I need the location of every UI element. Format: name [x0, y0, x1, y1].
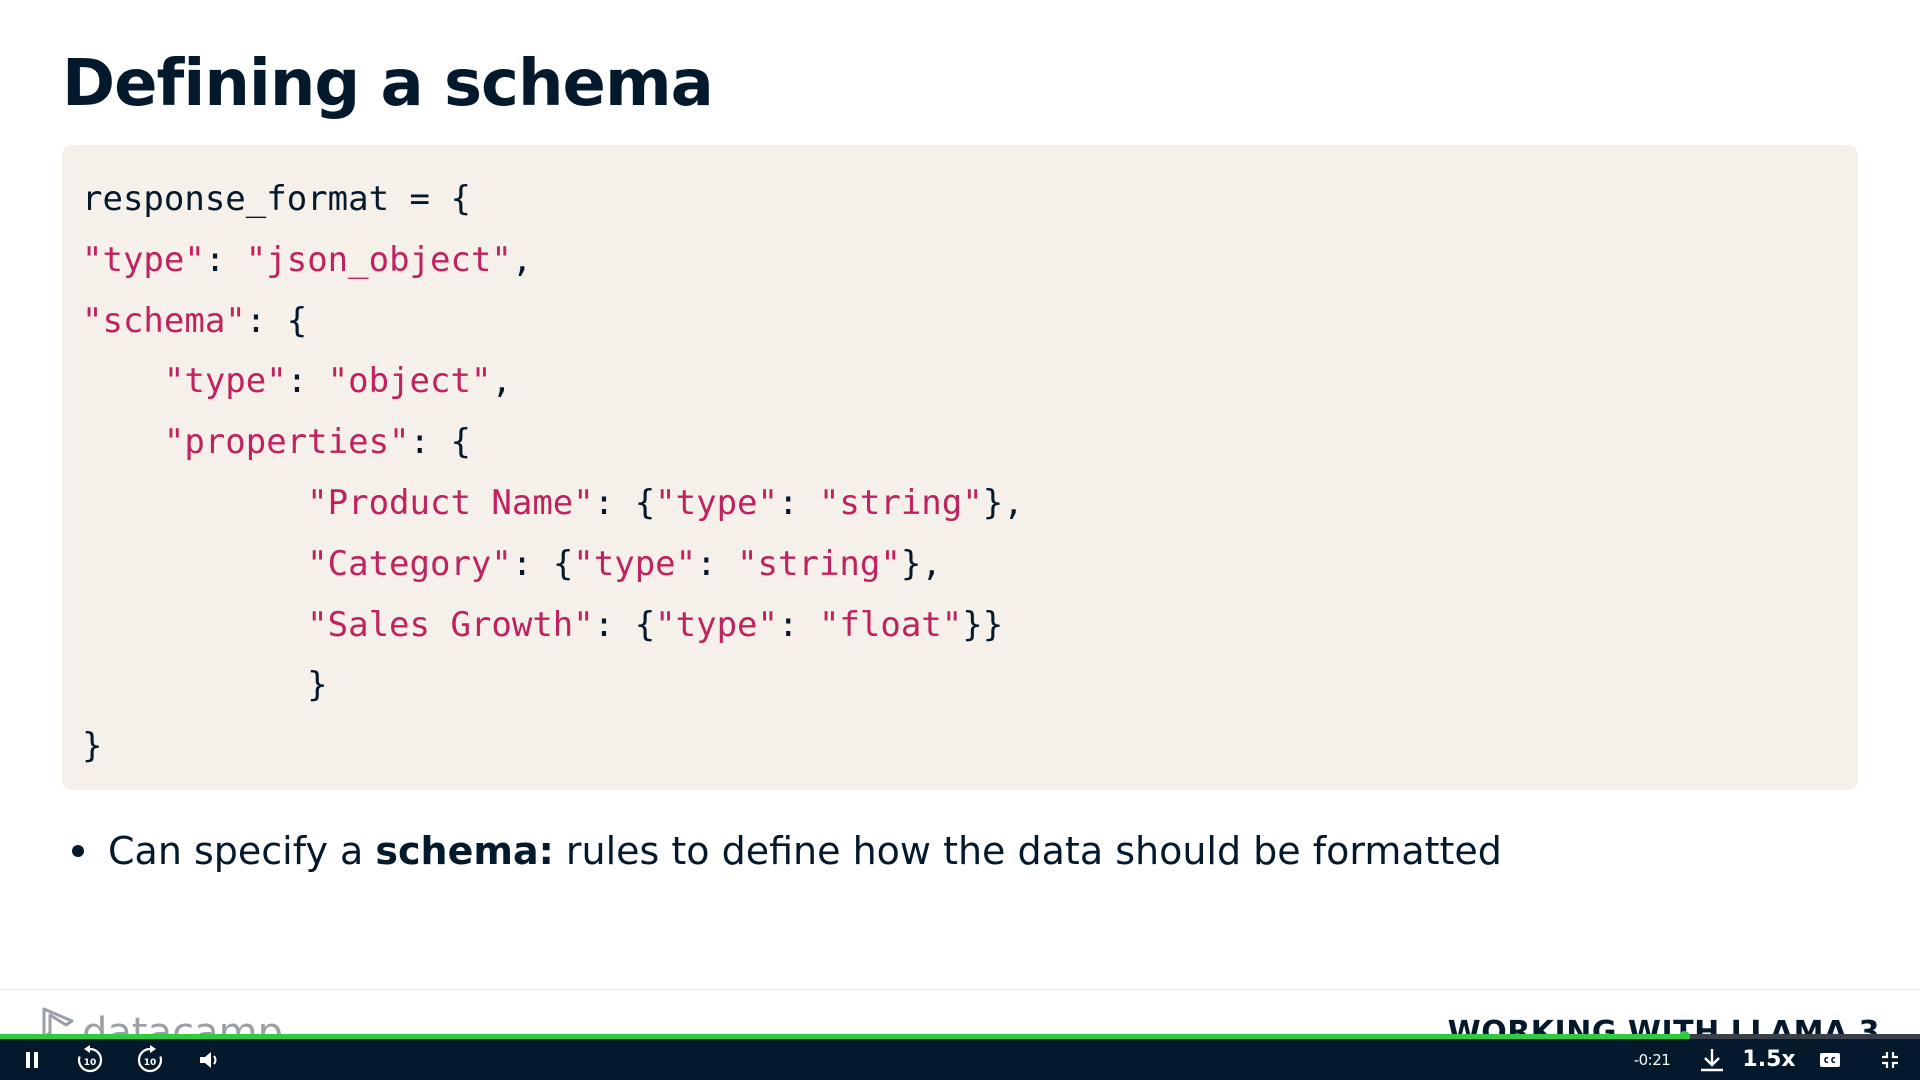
code-string: "type" — [82, 239, 205, 280]
exit-fullscreen-icon — [1882, 1051, 1898, 1068]
code-punctuation: : { — [593, 482, 656, 523]
code-text: response_format = { "type": "json_object… — [82, 169, 1024, 777]
code-punctuation: response_format = { — [82, 179, 471, 219]
code-string: "type" — [163, 361, 287, 402]
code-string: "string" — [737, 543, 901, 584]
code-punctuation: : { — [593, 604, 656, 645]
bullet-text-bold: schema: — [375, 829, 554, 873]
code-line: "Category": {"type": "string"}, — [82, 544, 942, 584]
forward-10-icon: 10 — [137, 1044, 163, 1072]
code-punctuation: : { — [409, 422, 471, 463]
code-string: "type" — [655, 482, 778, 523]
slide-title: Defining a schema — [62, 47, 714, 121]
pause-button[interactable] — [14, 1039, 50, 1080]
code-string: "Product Name" — [307, 482, 594, 523]
bullet-text-end: rules to define how the data should be f… — [553, 829, 1502, 873]
code-string: "Category" — [307, 543, 512, 584]
captions-icon — [1820, 1052, 1840, 1067]
captions-button[interactable] — [1812, 1039, 1848, 1080]
code-string: "float" — [818, 604, 963, 645]
code-string: "schema" — [82, 300, 246, 341]
code-punctuation: } — [82, 665, 328, 706]
code-punctuation: }, — [982, 482, 1024, 523]
code-string: "type" — [655, 604, 778, 645]
code-string: "Sales Growth" — [307, 604, 594, 645]
code-line: "properties": { — [82, 422, 471, 462]
code-line: } — [82, 665, 328, 706]
bullet-text: Can specify a schema: rules to define ho… — [108, 829, 1502, 873]
code-line: "schema": { — [82, 301, 307, 341]
code-punctuation — [82, 361, 164, 401]
code-line: } — [82, 726, 102, 766]
code-punctuation: : — [204, 239, 246, 280]
time-remaining-text: -0:21 — [1633, 1050, 1671, 1069]
code-punctuation — [82, 544, 307, 584]
bullet-dot — [72, 845, 84, 857]
download-icon — [1701, 1048, 1723, 1071]
playback-speed-button[interactable]: 1.5x — [1742, 1039, 1796, 1080]
code-punctuation: : { — [511, 543, 574, 584]
code-string: "object" — [327, 361, 492, 402]
code-string: "string" — [818, 482, 983, 523]
bullet-text-start: Can specify a — [108, 829, 376, 873]
download-button[interactable] — [1694, 1039, 1730, 1080]
forward-10-button[interactable]: 10 — [132, 1039, 168, 1080]
code-string: "type" — [573, 543, 697, 584]
time-remaining: -0:21 — [1624, 1039, 1680, 1080]
exit-fullscreen-button[interactable] — [1872, 1039, 1908, 1080]
code-punctuation: : { — [245, 300, 308, 341]
code-line: "type": "object", — [82, 361, 512, 401]
footer-divider — [0, 989, 1920, 990]
code-line: response_format = { — [82, 179, 471, 219]
code-string: "properties" — [163, 422, 410, 463]
bullet-point: Can specify a schema: rules to define ho… — [70, 826, 1502, 876]
code-punctuation — [82, 422, 164, 462]
code-punctuation: : — [286, 361, 328, 402]
code-punctuation: } — [82, 726, 103, 767]
code-punctuation: }, — [900, 543, 942, 584]
code-punctuation: , — [491, 361, 512, 402]
code-block: response_format = { "type": "json_object… — [62, 145, 1858, 790]
volume-button[interactable] — [192, 1039, 228, 1080]
code-line: "Product Name": {"type": "string"}, — [82, 483, 1024, 523]
code-string: "json_object" — [245, 239, 512, 280]
rewind-10-button[interactable]: 10 — [72, 1039, 108, 1080]
code-punctuation — [82, 483, 307, 523]
volume-icon — [200, 1051, 217, 1068]
video-controls-bar: 10 10 -0:21 1.5x — [0, 1039, 1920, 1080]
code-punctuation: : — [778, 604, 819, 645]
playback-speed-label: 1.5x — [1742, 1047, 1796, 1072]
slide: Defining a schema response_format = { "t… — [0, 0, 1920, 1039]
rewind-10-icon: 10 — [77, 1044, 103, 1072]
code-punctuation: , — [511, 239, 533, 280]
rewind-seconds-label: 10 — [84, 1058, 97, 1068]
code-punctuation: }} — [962, 604, 1004, 645]
code-line: "Sales Growth": {"type": "float"}} — [82, 605, 1003, 645]
code-punctuation: : — [778, 482, 819, 523]
forward-seconds-label: 10 — [144, 1058, 157, 1068]
code-punctuation — [82, 605, 307, 645]
code-line: "type": "json_object", — [82, 240, 532, 280]
code-punctuation: : — [696, 543, 738, 584]
pause-icon — [26, 1051, 38, 1068]
